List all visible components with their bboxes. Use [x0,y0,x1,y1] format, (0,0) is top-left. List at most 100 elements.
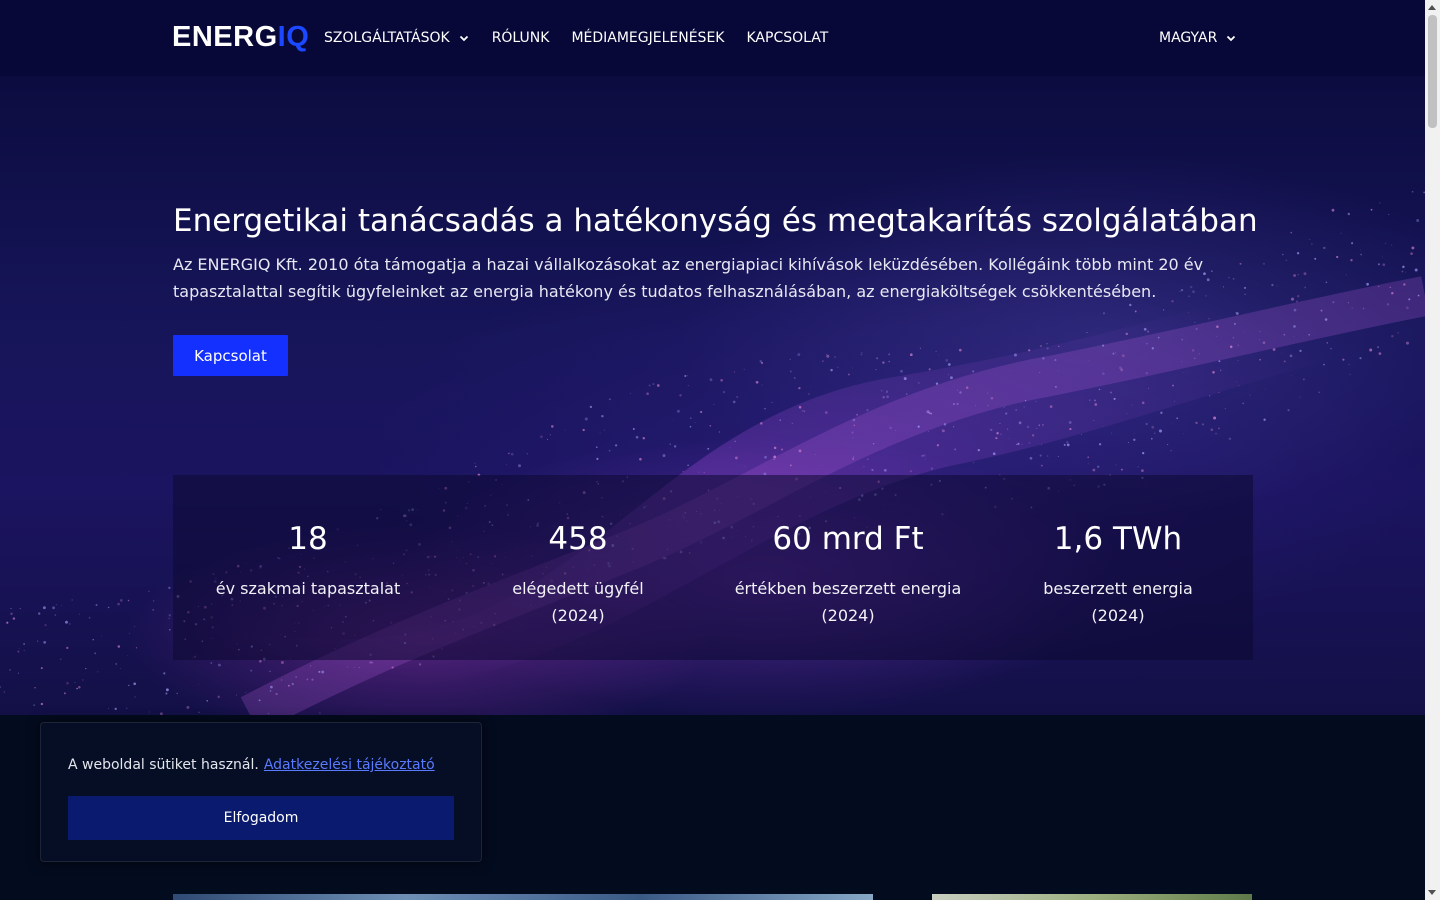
particle-dot [1403,283,1406,286]
particle-dot [1235,312,1239,315]
particle-dot [1405,271,1406,273]
particle-dot [1017,442,1020,446]
particle-dot [1218,360,1221,363]
particle-dot [1187,370,1189,372]
site-header: ENERGIQ SZOLGÁLTATÁSOK RÓLUNK MÉDIAMEGJE… [0,0,1425,76]
particle-dot [217,663,221,667]
particle-dot [1166,443,1169,446]
particle-dot [1174,400,1175,402]
particle-dot [700,410,703,414]
nav-item-szolgaltatasok[interactable]: SZOLGÁLTATÁSOK [324,28,470,48]
particle-dot [319,712,321,714]
scroll-up-icon[interactable] [1428,5,1436,10]
scroll-down-icon[interactable] [1428,890,1436,895]
particle-dot [1296,252,1300,255]
particle-dot [599,432,601,434]
stat-label-line1: értékben beszerzett energia [734,579,962,598]
scrollbar-thumb[interactable] [1428,15,1437,128]
particle-dot [18,648,20,650]
particle-dot [609,398,611,401]
particle-dot [603,429,605,431]
particle-dot [176,692,179,695]
particle-dot [61,605,62,606]
contact-button[interactable]: Kapcsolat [173,335,288,376]
particle-dot [826,354,830,358]
particle-dot [1289,354,1293,358]
particle-dot [1101,372,1105,376]
particle-dot [760,361,764,364]
particle-dot [781,448,783,451]
particle-dot [1359,357,1362,360]
particle-dot [1297,274,1299,276]
particle-dot [798,405,802,409]
particle-dot [1143,327,1147,331]
particle-dot [652,383,655,386]
particle-dot [1259,339,1261,341]
particle-dot [801,409,804,412]
particle-dot [1151,425,1155,429]
particle-dot [973,462,975,464]
particle-dot [1036,427,1038,430]
particle-dot [956,402,959,406]
particle-dot [676,409,680,413]
particle-dot [942,429,945,433]
particle-dot [632,428,635,430]
particle-dot [941,429,943,431]
particle-dot [953,426,955,428]
nav-item-rolunk[interactable]: RÓLUNK [492,28,550,48]
particle-dot [108,708,109,710]
particle-dot [135,647,138,649]
particle-dot [1111,432,1113,434]
particle-dot [880,389,883,392]
particle-dot [564,429,566,431]
particle-dot [287,684,290,687]
particle-dot [66,681,69,685]
particle-dot [895,430,896,431]
particle-dot [127,599,130,602]
language-selector[interactable]: MAGYAR [1159,28,1237,48]
particle-dot [1291,375,1292,376]
particle-dot [1285,259,1288,262]
privacy-policy-link[interactable]: Adatkezelési tájékoztató [264,757,435,773]
stat-label-line2: (2024) [821,606,875,625]
stat-value: 60 mrd Ft [772,521,924,557]
particle-dot [358,666,360,668]
particle-dot [1369,348,1373,352]
logo[interactable]: ENERGIQ [172,20,309,54]
accept-cookies-button[interactable]: Elfogadom [68,796,454,840]
particle-dot [1218,391,1220,394]
particle-dot [1351,307,1353,309]
particle-dot [152,600,155,602]
particle-dot [1087,456,1090,459]
particle-dot [773,458,775,461]
particle-dot [165,688,169,692]
particle-dot [17,672,19,674]
particle-dot [860,353,863,356]
particle-dot [475,465,477,468]
stat-value: 1,6 TWh [1053,521,1183,557]
particle-dot [1150,437,1153,440]
particle-dot [1342,358,1345,361]
chevron-down-icon [459,35,468,42]
nav-item-kapcsolat[interactable]: KAPCSOLAT [746,28,828,48]
particle-dot [474,462,476,464]
particle-dot [1054,385,1057,388]
particle-dot [990,428,993,432]
particle-dot [100,635,102,637]
particle-dot [547,438,549,440]
nav-item-mediamegjelenesek[interactable]: MÉDIAMEGJELENÉSEK [571,28,724,48]
scrollbar[interactable] [1425,0,1440,900]
particle-dot [217,695,220,699]
particle-dot [82,679,84,681]
particle-dot [1216,325,1219,328]
particle-dot [1249,394,1251,396]
particle-dot [1370,208,1373,211]
particle-dot [1058,345,1060,348]
particle-dot [551,425,554,428]
particle-dot [198,683,200,685]
particle-dot [690,417,692,419]
particle-dot [1311,243,1313,245]
particle-dot [824,411,828,414]
particle-dot [1015,409,1017,411]
particle-dot [1381,256,1383,258]
